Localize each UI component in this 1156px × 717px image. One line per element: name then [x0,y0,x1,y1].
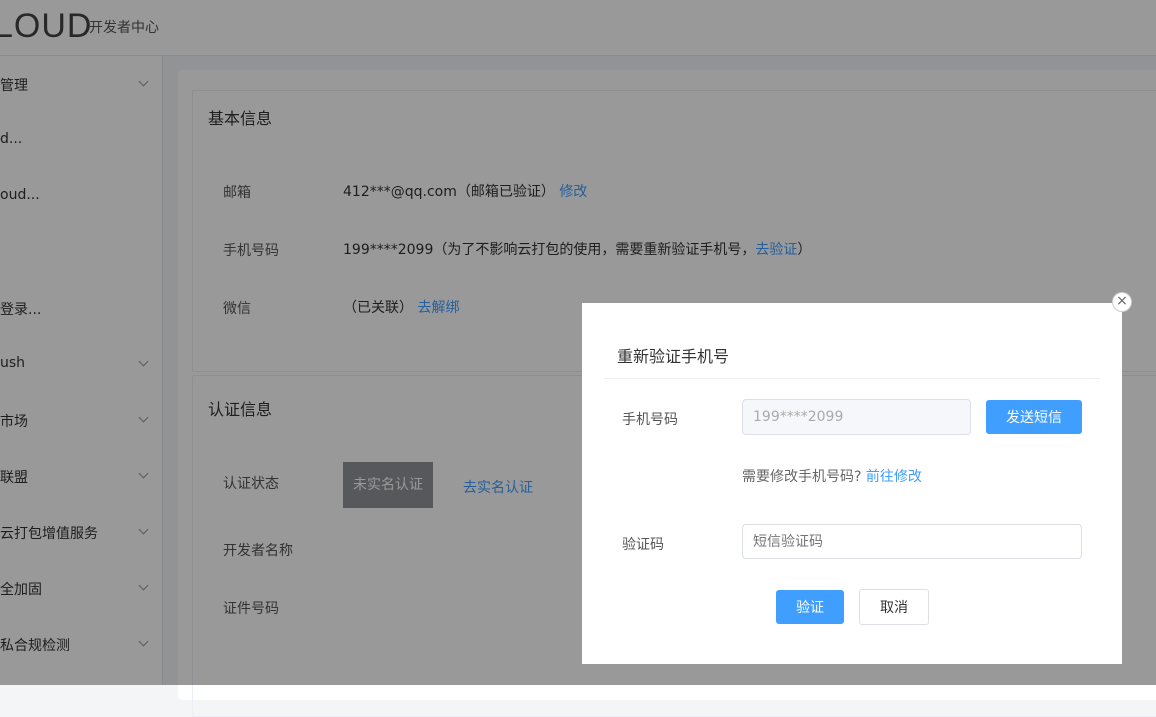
go-modify-link[interactable]: 前往修改 [866,469,922,485]
dialog-phone-label: 手机号码 [622,412,678,428]
phone-input [742,399,971,435]
change-phone-hint: 需要修改手机号码? 前往修改 [742,466,922,486]
verify-phone-dialog: 重新验证手机号 手机号码 发送短信 需要修改手机号码? 前往修改 验证码 验证 … [582,303,1122,664]
dialog-title: 重新验证手机号 [617,347,730,366]
dialog-divider [604,378,1100,379]
verify-button[interactable]: 验证 [776,590,844,624]
cancel-button[interactable]: 取消 [859,589,929,625]
dialog-code-label: 验证码 [622,537,664,553]
hint-text: 需要修改手机号码? [742,469,862,485]
close-icon[interactable]: × [1112,292,1132,312]
sms-code-input[interactable] [742,524,1082,559]
send-sms-button[interactable]: 发送短信 [986,400,1082,434]
